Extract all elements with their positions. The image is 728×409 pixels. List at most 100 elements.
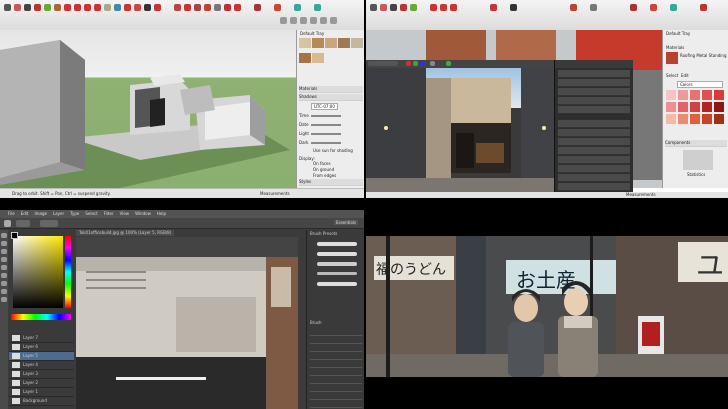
material-thumb[interactable]	[312, 53, 324, 63]
ps-canvas[interactable]	[76, 237, 298, 409]
brush-tool-icon[interactable]	[4, 220, 11, 227]
color-swatch[interactable]	[666, 90, 676, 100]
layer-row[interactable]: Layer 4	[9, 361, 74, 370]
swatch-strip[interactable]	[11, 314, 71, 320]
color-swatch[interactable]	[690, 90, 700, 100]
right-view-icon[interactable]	[310, 17, 317, 24]
move-tool-icon[interactable]	[64, 4, 71, 11]
color-swatch[interactable]	[714, 102, 724, 112]
top-view-icon[interactable]	[290, 17, 297, 24]
settings-row[interactable]	[558, 106, 630, 114]
material-thumb[interactable]	[299, 38, 311, 48]
move-tool-icon[interactable]	[1, 233, 7, 238]
layer-row[interactable]: Layer 2	[9, 379, 74, 388]
settings-row[interactable]	[558, 79, 630, 87]
marquee-tool-icon[interactable]	[1, 241, 7, 246]
text-tool-icon[interactable]	[114, 4, 121, 11]
material-thumb[interactable]	[338, 38, 350, 48]
tape-tool-icon[interactable]	[104, 4, 111, 11]
render-icon[interactable]	[570, 4, 577, 11]
color-swatch[interactable]	[678, 114, 688, 124]
menu-item-file[interactable]: File	[8, 211, 15, 216]
brush-presets-tab[interactable]: Brush Presets	[310, 231, 337, 236]
workspace-dropdown[interactable]: Essentials	[333, 220, 358, 225]
material-thumb[interactable]	[312, 38, 324, 48]
layer-row[interactable]: Layer 7	[9, 334, 74, 343]
scale-tool-icon[interactable]	[450, 4, 457, 11]
type-tool-icon[interactable]	[1, 281, 7, 286]
b-channel-icon[interactable]	[420, 61, 425, 66]
color-swatch[interactable]	[690, 102, 700, 112]
render-button-icon[interactable]	[446, 61, 451, 66]
eraser-tool-icon[interactable]	[14, 4, 21, 11]
layer-row[interactable]: Background	[9, 397, 74, 406]
settings-row[interactable]	[558, 138, 630, 146]
sketchup-viewport[interactable]	[0, 30, 296, 188]
settings-row[interactable]	[558, 183, 630, 191]
menu-item-layer[interactable]: Layer	[53, 211, 64, 216]
select-tool-icon[interactable]	[4, 4, 11, 11]
from-edges-checkbox[interactable]: From edges	[313, 173, 336, 178]
brush-tool-icon[interactable]	[1, 257, 7, 262]
settings-icon[interactable]	[590, 4, 597, 11]
material-thumb[interactable]	[351, 38, 363, 48]
extension-icon[interactable]	[184, 4, 191, 11]
scene-icon[interactable]	[254, 4, 261, 11]
settings-row[interactable]	[558, 120, 630, 128]
settings-row[interactable]	[558, 156, 630, 164]
orbit-tool-icon[interactable]	[124, 4, 131, 11]
utc-dropdown[interactable]: UTC-07:00	[311, 103, 338, 110]
warehouse-icon[interactable]	[174, 4, 181, 11]
save-render-icon[interactable]	[430, 61, 435, 66]
shadows-section[interactable]: Shadows	[299, 94, 363, 101]
left-view-icon[interactable]	[330, 17, 337, 24]
zoom-tool-icon[interactable]	[1, 297, 7, 302]
color-swatch[interactable]	[678, 102, 688, 112]
settings-row[interactable]	[558, 147, 630, 155]
hue-slider[interactable]	[65, 236, 71, 308]
line-tool-icon[interactable]	[390, 4, 397, 11]
eraser-tool-icon[interactable]	[1, 265, 7, 270]
camera-icon[interactable]	[274, 4, 281, 11]
select-tool-icon[interactable]	[370, 4, 377, 11]
light-slider[interactable]	[311, 133, 341, 135]
help-icon[interactable]	[700, 4, 707, 11]
g-channel-icon[interactable]	[413, 61, 418, 66]
shape-tool-icon[interactable]	[410, 4, 417, 11]
gradient-tool-icon[interactable]	[1, 273, 7, 278]
components-section[interactable]: Components	[665, 140, 727, 147]
edit-tab[interactable]: Edit	[681, 73, 689, 78]
settings-row[interactable]	[558, 174, 630, 182]
hand-tool-icon[interactable]	[1, 289, 7, 294]
color-swatch[interactable]	[714, 90, 724, 100]
lasso-tool-icon[interactable]	[1, 249, 7, 254]
menu-item-view[interactable]: View	[120, 211, 130, 216]
settings-row[interactable]	[558, 165, 630, 173]
rotate-tool-icon[interactable]	[74, 4, 81, 11]
menu-item-type[interactable]: Type	[70, 211, 79, 216]
document-tab[interactable]: Tok01officebuild.jpg @ 100% (Layer 5, RG…	[76, 230, 175, 236]
time-slider[interactable]	[311, 115, 341, 117]
color-swatch[interactable]	[702, 102, 712, 112]
on-ground-checkbox[interactable]: On ground	[313, 167, 334, 172]
render-icon[interactable]	[204, 4, 211, 11]
r-channel-icon[interactable]	[406, 61, 411, 66]
settings-row[interactable]	[558, 70, 630, 78]
iso-view-icon[interactable]	[280, 17, 287, 24]
help-icon[interactable]	[224, 4, 231, 11]
settings-row[interactable]	[558, 129, 630, 137]
zoom-extents-icon[interactable]	[154, 4, 161, 11]
color-picker-field[interactable]	[13, 236, 63, 308]
color-swatch[interactable]	[678, 90, 688, 100]
rotate-tool-icon[interactable]	[440, 4, 447, 11]
mode-dropdown[interactable]	[40, 220, 58, 227]
color-swatch[interactable]	[714, 114, 724, 124]
shape-tool-icon[interactable]	[44, 4, 51, 11]
style-icon[interactable]	[234, 4, 241, 11]
styles-section[interactable]: Styles	[299, 179, 363, 186]
material-thumb[interactable]	[299, 53, 311, 63]
color-swatch[interactable]	[666, 114, 676, 124]
menu-item-edit[interactable]: Edit	[21, 211, 29, 216]
menu-item-select[interactable]: Select	[85, 211, 97, 216]
eraser-tool-icon[interactable]	[380, 4, 387, 11]
